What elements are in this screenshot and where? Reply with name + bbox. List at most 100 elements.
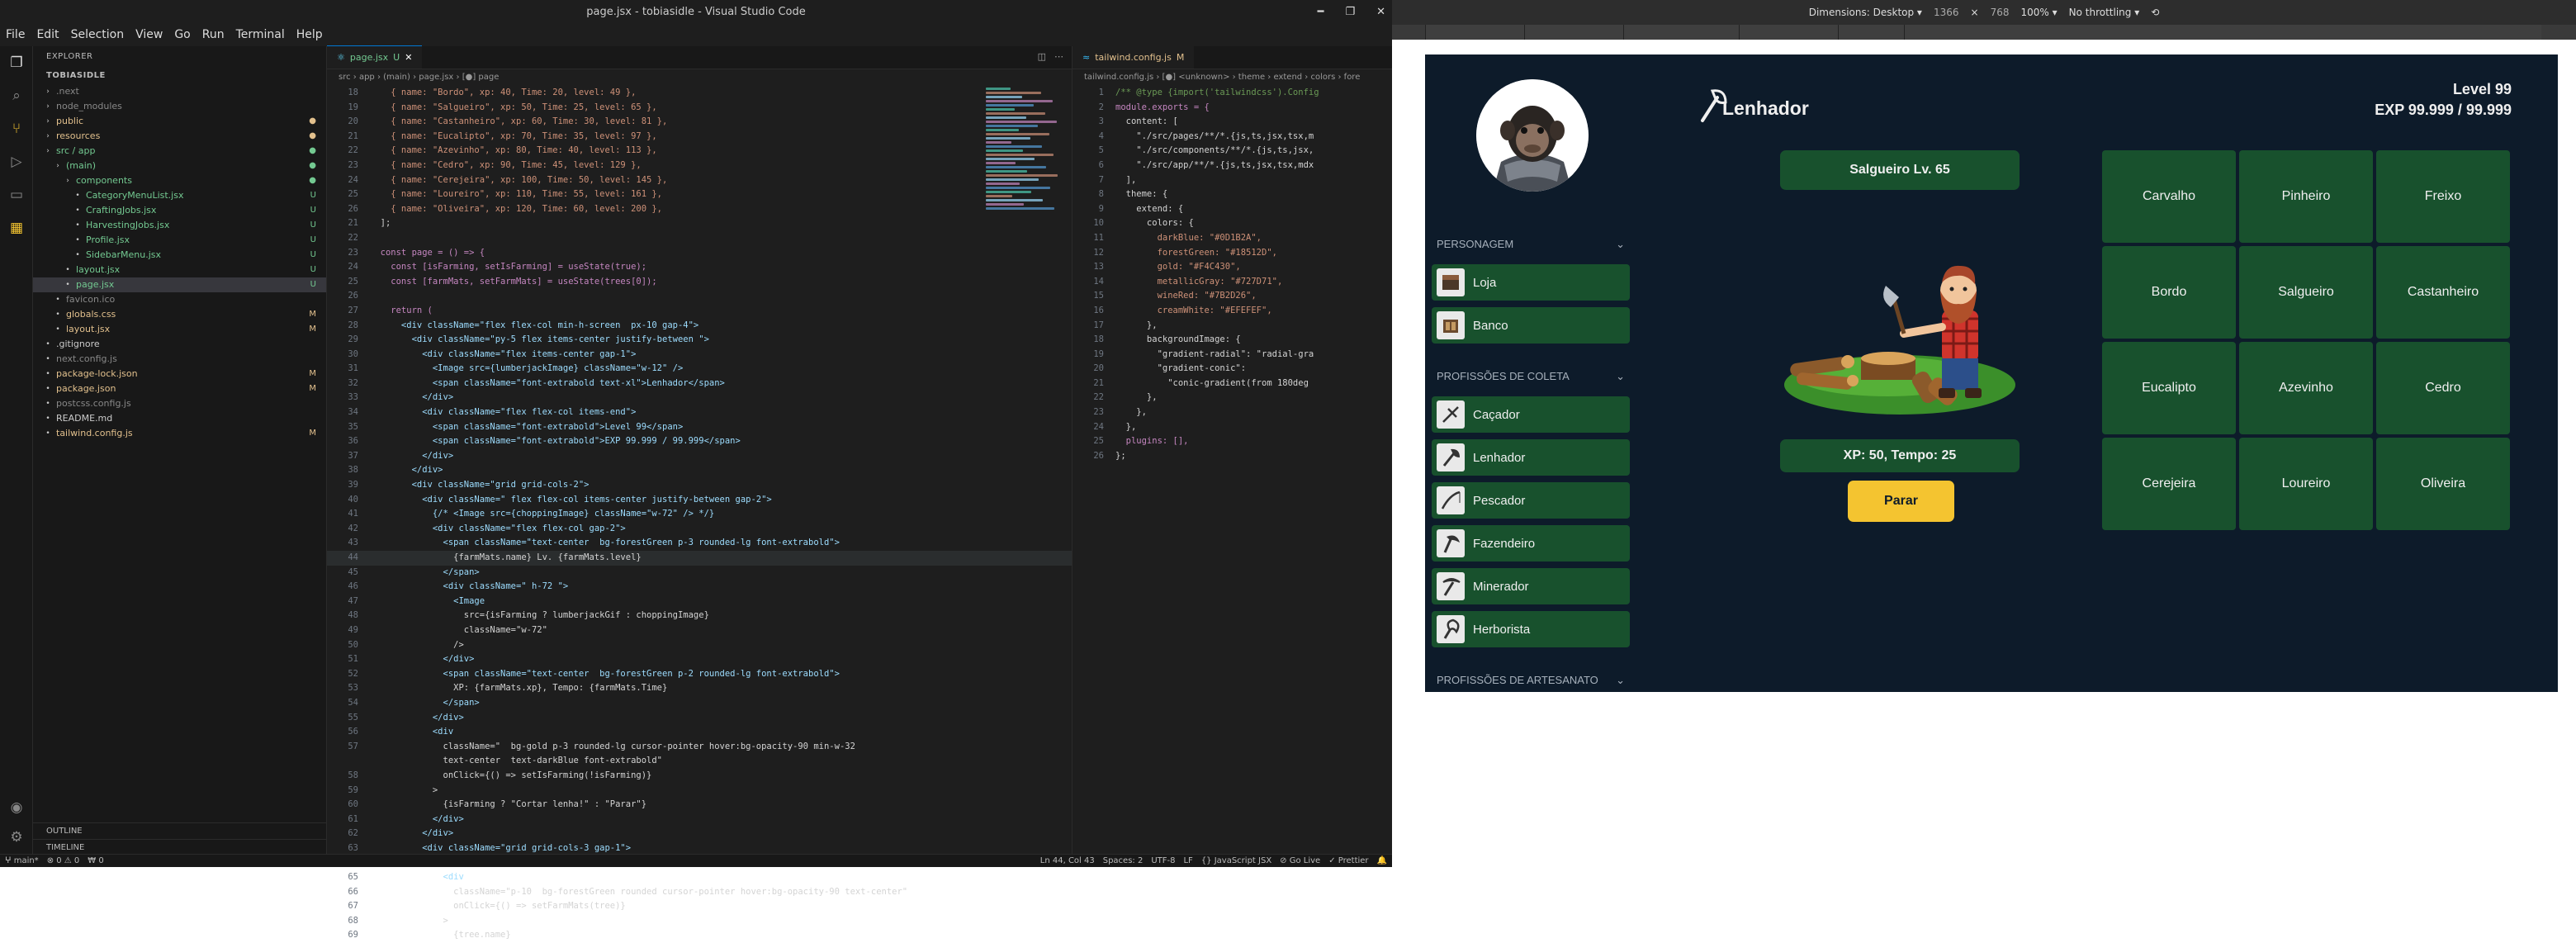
menu-item-fazendeiro[interactable]: Fazendeiro [1432, 525, 1630, 562]
tree-card[interactable]: Loureiro [2239, 438, 2373, 530]
tab-tailwind-config[interactable]: ≈ tailwind.config.js M [1073, 46, 1195, 69]
prettier-status[interactable]: ✓ Prettier [1328, 856, 1368, 865]
account-icon[interactable]: ◉ [0, 791, 33, 824]
code-area-tailwind[interactable]: 1 /** @type {import('tailwindcss').Config… [1073, 86, 1392, 463]
timeline-section[interactable]: TIMELINE [33, 839, 327, 855]
tree-card[interactable]: Azevinho [2239, 342, 2373, 434]
tree-card[interactable]: Carvalho [2102, 150, 2236, 243]
explorer-root[interactable]: TOBIASIDLE [33, 68, 326, 84]
minimap[interactable] [986, 86, 1060, 218]
indentation[interactable]: Spaces: 2 [1103, 856, 1144, 865]
settings-gear-icon[interactable]: ⚙ [0, 821, 33, 854]
line-ending[interactable]: LF [1183, 856, 1192, 865]
split-editor-icon[interactable]: ◫ [1038, 51, 1046, 62]
menu-edit[interactable]: Edit [31, 28, 64, 41]
search-icon[interactable]: ⌕ [0, 79, 33, 112]
avatar[interactable] [1476, 79, 1589, 192]
minimize-icon[interactable]: ━ [1318, 6, 1324, 18]
file-item[interactable]: • .gitignore [33, 337, 326, 352]
height-input[interactable]: 768 [1991, 7, 2010, 18]
file-item[interactable]: • CategoryMenuList.jsx U [33, 188, 326, 203]
branch-status[interactable]: ⵖ main* [5, 856, 39, 865]
rotate-icon[interactable]: ⟲ [2151, 7, 2159, 18]
folder-item[interactable]: › node_modules [33, 99, 326, 114]
zoom-select[interactable]: 100% ▾ [2020, 7, 2057, 18]
run-debug-icon[interactable]: ▷ [0, 145, 33, 178]
file-item[interactable]: • next.config.js [33, 352, 326, 367]
menu-view[interactable]: View [130, 28, 168, 41]
file-item[interactable]: • README.md [33, 411, 326, 426]
close-icon[interactable]: ✕ [1376, 6, 1385, 18]
menu-file[interactable]: File [0, 28, 31, 41]
language-mode[interactable]: {} JavaScript JSX [1201, 856, 1271, 865]
menu-terminal[interactable]: Terminal [230, 28, 291, 41]
dimensions-select[interactable]: Dimensions: Desktop ▾ [1809, 7, 1922, 18]
menu-item-herborista[interactable]: Herborista [1432, 611, 1630, 647]
tree-card[interactable]: Oliveira [2376, 438, 2510, 530]
tree-card[interactable]: Bordo [2102, 246, 2236, 339]
outline-section[interactable]: OUTLINE [33, 822, 327, 839]
menu-selection[interactable]: Selection [65, 28, 130, 41]
file-item[interactable]: • page.jsx U [33, 277, 326, 292]
breadcrumb[interactable]: src › app › (main) › page.jsx › [●] page [327, 69, 1072, 86]
encoding[interactable]: UTF-8 [1151, 856, 1175, 865]
file-item[interactable]: • CraftingJobs.jsx U [33, 203, 326, 218]
folder-item[interactable]: › (main) ● [33, 159, 326, 173]
more-actions-icon[interactable]: ⋯ [1054, 51, 1063, 62]
cursor-position[interactable]: Ln 44, Col 43 [1040, 856, 1095, 865]
menu-item-pescador[interactable]: Pescador [1432, 482, 1630, 519]
menu-item-banco[interactable]: Banco [1432, 307, 1630, 344]
media-query-ruler[interactable] [1392, 25, 2576, 40]
tab-close-icon[interactable]: ✕ [405, 52, 412, 63]
folder-item[interactable]: › .next [33, 84, 326, 99]
width-input[interactable]: 1366 [1934, 7, 1959, 18]
file-item[interactable]: • Profile.jsx U [33, 233, 326, 248]
menu-item-cacador[interactable]: Caçador [1432, 396, 1630, 433]
folder-item[interactable]: › resources ● [33, 129, 326, 144]
stop-button[interactable]: Parar [1848, 481, 1954, 522]
maximize-icon[interactable]: ❐ [1345, 6, 1355, 18]
go-live-button[interactable]: ⊘ Go Live [1280, 856, 1320, 865]
section-profissoes-coleta[interactable]: PROFISSÕES DE COLETA ⌄ [1437, 370, 1625, 383]
menu-run[interactable]: Run [197, 28, 230, 41]
tree-card[interactable]: Freixo [2376, 150, 2510, 243]
tree-card[interactable]: Castanheiro [2376, 246, 2510, 339]
file-item[interactable]: • layout.jsx M [33, 322, 326, 337]
menu-go[interactable]: Go [168, 28, 196, 41]
section-personagem[interactable]: PERSONAGEM ⌄ [1437, 238, 1625, 251]
source-control-icon[interactable]: ⑂ [0, 112, 33, 145]
menu-item-minerador[interactable]: Minerador [1432, 568, 1630, 604]
throttling-select[interactable]: No throttling ▾ [2069, 7, 2140, 18]
tree-card[interactable]: Salgueiro [2239, 246, 2373, 339]
file-item[interactable]: • HarvestingJobs.jsx U [33, 218, 326, 233]
tab-page-jsx[interactable]: ⚛ page.jsx U ✕ [327, 45, 423, 69]
file-item[interactable]: • tailwind.config.js M [33, 426, 326, 441]
file-item[interactable]: • globals.css M [33, 307, 326, 322]
line-text: <div className=" flex flex-col items-cen… [370, 494, 772, 505]
tree-card[interactable]: Eucalipto [2102, 342, 2236, 434]
extensions-icon[interactable]: ▦ [0, 211, 33, 244]
file-item[interactable]: • package.json M [33, 381, 326, 396]
file-item[interactable]: • package-lock.json M [33, 367, 326, 381]
menu-help[interactable]: Help [291, 28, 329, 41]
menu-item-lenhador[interactable]: Lenhador [1432, 439, 1630, 476]
breadcrumb-2[interactable]: tailwind.config.js › [●] <unknown> › the… [1073, 69, 1392, 86]
notifications-icon[interactable]: 🔔 [1377, 856, 1387, 865]
menu-item-loja[interactable]: Loja [1432, 264, 1630, 301]
code-area-page[interactable]: 18 { name: "Bordo", xp: 40, Time: 20, le… [327, 86, 1072, 943]
ports-status[interactable]: ₩ 0 [88, 856, 103, 865]
problems-status[interactable]: ⊗ 0 ⚠ 0 [47, 856, 80, 865]
tree-card[interactable]: Pinheiro [2239, 150, 2373, 243]
file-item[interactable]: • postcss.config.js [33, 396, 326, 411]
file-item[interactable]: • layout.jsx U [33, 263, 326, 277]
folder-item[interactable]: › src / app ● [33, 144, 326, 159]
remote-explorer-icon[interactable]: ▭ [0, 178, 33, 211]
folder-item[interactable]: › components ● [33, 173, 326, 188]
tree-card[interactable]: Cedro [2376, 342, 2510, 434]
folder-item[interactable]: › public ● [33, 114, 326, 129]
tree-card[interactable]: Cerejeira [2102, 438, 2236, 530]
file-item[interactable]: • favicon.ico [33, 292, 326, 307]
files-icon[interactable]: ❐ [0, 46, 33, 79]
file-item[interactable]: • SidebarMenu.jsx U [33, 248, 326, 263]
section-profissoes-artesanato[interactable]: PROFISSÕES DE ARTESANATO ⌄ [1437, 674, 1625, 687]
